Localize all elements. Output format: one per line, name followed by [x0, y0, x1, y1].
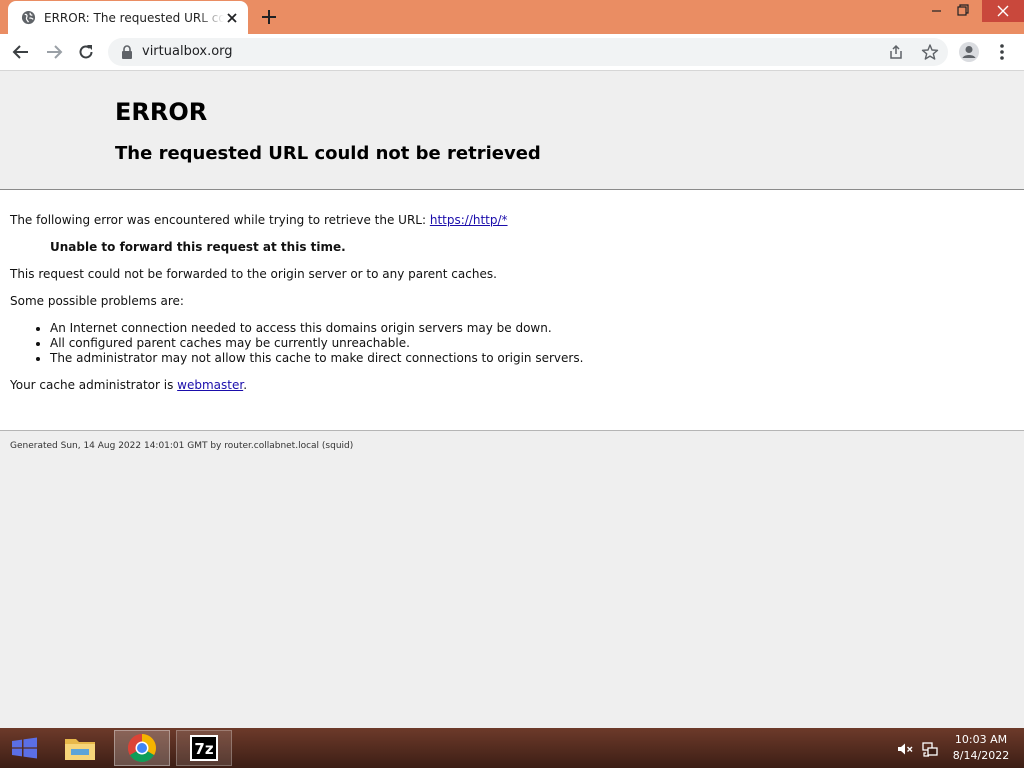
admin-suffix: .: [243, 378, 248, 392]
share-icon[interactable]: [888, 44, 904, 60]
admin-text: Your cache administrator is: [10, 378, 178, 392]
chrome-icon: [128, 734, 156, 762]
browser-titlebar: ERROR: The requested URL could not be re…: [0, 0, 1024, 34]
seven-zip-label: 7z: [194, 740, 213, 758]
forward-text: This request could not be forwarded to t…: [10, 267, 497, 281]
clock-date: 8/14/2022: [952, 749, 1010, 762]
error-subheading: The requested URL could not be retrieved: [115, 143, 541, 164]
taskbar-chrome[interactable]: [114, 730, 170, 766]
list-item: An Internet connection needed to access …: [35, 321, 583, 336]
generated-footer: Generated Sun, 14 Aug 2022 14:01:01 GMT …: [10, 441, 354, 451]
clock-time: 10:03 AM: [954, 733, 1008, 746]
requested-url-link[interactable]: https://http/*: [430, 213, 508, 227]
windows-start-icon[interactable]: [0, 728, 48, 768]
bookmark-star-icon[interactable]: [921, 43, 939, 61]
taskbar-clock[interactable]: 10:03 AM 8/14/2022: [944, 732, 1018, 764]
seven-zip-icon: 7z: [190, 735, 218, 761]
tab-title: ERROR: The requested URL could not be re…: [44, 11, 224, 25]
problems-intro: Some possible problems are:: [10, 294, 184, 308]
speaker-muted-icon[interactable]: [896, 740, 914, 758]
menu-kebab-icon[interactable]: [992, 42, 1012, 62]
intro-line: The following error was encountered whil…: [10, 212, 508, 228]
taskbar: 7z 10:03 AM 8/14/2022: [0, 728, 1024, 768]
webmaster-link[interactable]: webmaster: [177, 378, 243, 392]
new-tab-plus-icon[interactable]: [259, 7, 279, 27]
error-message: Unable to forward this request at this t…: [50, 240, 346, 254]
list-item: The administrator may not allow this cac…: [35, 351, 584, 365]
taskbar-7zip[interactable]: 7z: [176, 730, 232, 766]
taskbar-file-explorer[interactable]: [52, 730, 108, 766]
forward-arrow-icon[interactable]: [44, 42, 64, 62]
intro-text: The following error was encountered whil…: [10, 213, 430, 227]
close-tab-icon[interactable]: [224, 10, 240, 26]
browser-tab-active[interactable]: ERROR: The requested URL could not be re…: [8, 1, 248, 34]
folder-icon: [65, 739, 95, 760]
back-arrow-icon[interactable]: [11, 42, 31, 62]
problems-list: An Internet connection needed to access …: [35, 321, 584, 366]
error-header: ERROR The requested URL could not be ret…: [0, 71, 1024, 190]
error-body: The following error was encountered whil…: [0, 190, 1024, 431]
list-item: All configured parent caches may be curr…: [35, 336, 583, 351]
reload-icon[interactable]: [76, 42, 96, 62]
profile-avatar-icon[interactable]: [958, 41, 980, 63]
admin-line: Your cache administrator is webmaster.: [10, 377, 247, 393]
address-bar[interactable]: virtualbox.org: [108, 38, 948, 66]
error-heading: ERROR: [115, 98, 208, 126]
restore-icon[interactable]: [947, 0, 977, 22]
url-text[interactable]: virtualbox.org: [142, 42, 233, 62]
browser-toolbar: virtualbox.org: [0, 34, 1024, 71]
globe-icon: [21, 10, 36, 25]
close-window-icon[interactable]: [982, 0, 1024, 22]
page-content: ERROR The requested URL could not be ret…: [0, 71, 1024, 728]
lock-icon[interactable]: [120, 45, 134, 59]
network-icon[interactable]: [921, 740, 939, 758]
